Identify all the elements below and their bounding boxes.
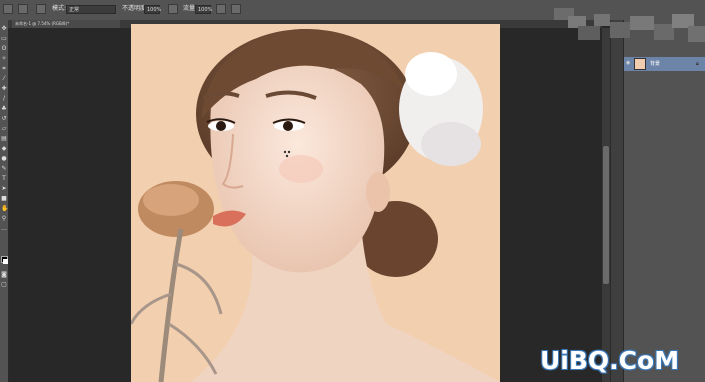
more-tools-icon[interactable]: … [1,226,7,232]
pressure-opacity-icon[interactable] [168,4,178,14]
screen-mode-icon[interactable]: ▢ [1,282,7,288]
hand-tool-icon[interactable]: ✋ [1,206,8,212]
quick-mask-icon[interactable]: ◙ [1,272,7,278]
tools-panel: ✥ ▭ ʘ ✧ ⌗ ⁄ ✚ / ♣ ↺ ▱ ▤ ◆ ● ✎ T ➤ ■ ✋ ⚲ … [0,20,9,382]
blur-tool-icon[interactable]: ◆ [1,146,7,152]
watermark-logo: UiBQ.CoM [540,346,680,375]
background-color-swatch[interactable] [3,259,8,264]
mosaic-block [610,22,630,38]
history-brush-tool-icon[interactable]: ↺ [1,116,7,122]
clone-stamp-tool-icon[interactable]: ♣ [1,106,7,112]
scrollbar-thumb[interactable] [603,146,609,284]
airbrush-icon[interactable] [216,4,226,14]
marquee-tool-icon[interactable]: ▭ [1,36,7,42]
path-select-tool-icon[interactable]: ➤ [1,186,7,192]
canvas-photo[interactable] [131,24,500,382]
pen-tool-icon[interactable]: ✎ [1,166,7,172]
layer-visibility-eye-icon[interactable]: ◉ [626,61,632,66]
pressure-size-icon[interactable] [231,4,241,14]
mosaic-block [688,26,705,42]
eraser-tool-icon[interactable]: ▱ [1,126,7,132]
brush-tool-icon[interactable]: / [1,96,7,102]
mosaic-block [594,14,610,26]
layers-panel: ◉ 背景 🔒︎ [554,8,705,382]
collapsed-panel-dock[interactable] [610,20,624,382]
crop-tool-icon[interactable]: ⌗ [1,66,7,72]
brush-tool-preset-icon[interactable] [3,4,13,14]
lasso-tool-icon[interactable]: ʘ [1,46,7,52]
healing-brush-tool-icon[interactable]: ✚ [1,86,7,92]
eyedropper-tool-icon[interactable]: ⁄ [1,76,7,82]
document-tab[interactable]: 未命名-1 @ 7.54% (RGB/8)* [12,20,120,28]
layer-thumbnail [634,58,646,70]
move-tool-icon[interactable]: ✥ [1,26,7,32]
opacity-field[interactable]: 100% [144,5,161,14]
layer-name: 背景 [650,61,661,67]
lock-icon: 🔒︎ [696,61,699,67]
mode-label: 模式: [52,5,67,12]
mode-select[interactable]: 正常 [66,5,116,14]
mosaic-block [654,24,674,40]
zoom-tool-icon[interactable]: ⚲ [1,216,7,222]
quick-select-tool-icon[interactable]: ✧ [1,56,7,62]
mosaic-block [578,26,600,40]
flow-field[interactable]: 100% [195,5,212,14]
layer-row-background[interactable]: ◉ 背景 🔒︎ [624,57,705,71]
brush-size-icon[interactable] [18,4,28,14]
portrait-image [131,24,500,382]
type-tool-icon[interactable]: T [1,176,7,182]
vertical-scrollbar[interactable] [602,28,610,382]
shape-tool-icon[interactable]: ■ [1,196,7,202]
brush-panel-icon[interactable] [36,4,46,14]
dodge-tool-icon[interactable]: ● [1,156,7,162]
gradient-tool-icon[interactable]: ▤ [1,136,7,142]
mosaic-block [630,16,654,30]
